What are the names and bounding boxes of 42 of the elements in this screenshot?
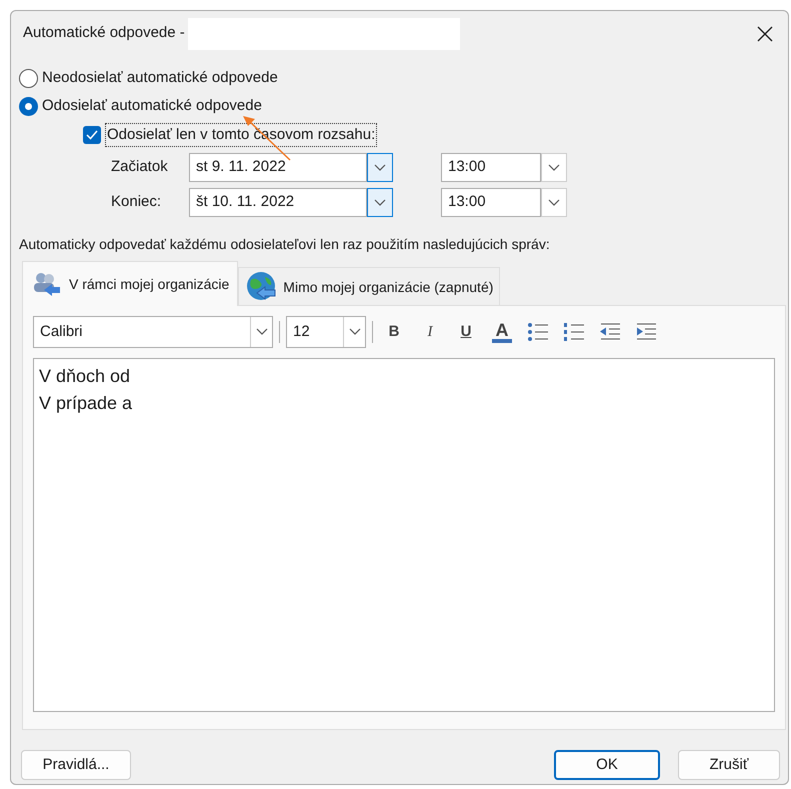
message-line: V dňoch od [39, 365, 130, 388]
tab[interactable]: V rámci mojej organizácie [22, 261, 238, 306]
font-color-button[interactable]: A [487, 321, 517, 343]
chevron-down-icon [548, 198, 560, 206]
instruction-text: Automaticky odpovedať každému odosielateľovi len raz použitím nasledujúcich správ: [18, 235, 551, 254]
checkmark-icon [86, 130, 98, 140]
field-label: Začiatok [111, 157, 169, 178]
message-line: V prípade a [39, 392, 132, 415]
window-title: Automatické odpovede - [23, 23, 185, 44]
time-field[interactable]: 13:00 [441, 188, 541, 217]
chevron-down-icon [348, 328, 360, 336]
chevron-down-icon [374, 198, 386, 206]
decrease-indent-icon [599, 322, 621, 342]
message-editor[interactable]: V dňoch od V prípade a [33, 358, 775, 712]
font-select[interactable]: Calibri [33, 316, 273, 348]
numbered-list-icon [563, 322, 585, 342]
underline-button[interactable]: U [451, 320, 481, 344]
radio-button[interactable] [19, 68, 38, 88]
chevron-down-icon [256, 328, 268, 336]
chevron-down-icon [548, 164, 560, 172]
close-icon [757, 26, 773, 42]
bold-button[interactable]: B [379, 320, 409, 344]
date-field[interactable]: st 9. 11. 2022 [189, 153, 367, 182]
people-icon [31, 270, 61, 298]
radio-option[interactable]: Neodosielať automatické odpovede [19, 67, 788, 89]
date-dropdown-button[interactable] [367, 188, 393, 217]
cancel-button[interactable]: Zrušiť [678, 750, 780, 780]
radio-button[interactable] [19, 96, 38, 116]
field-label: Koniec: [111, 192, 162, 212]
size-select[interactable]: 12 [286, 316, 366, 348]
tab[interactable]: Mimo mojej organizácie (zapnuté) [238, 267, 500, 306]
increase-indent-icon [635, 322, 657, 342]
time-field[interactable]: 13:00 [441, 153, 541, 182]
date-field[interactable]: št 10. 11. 2022 [189, 188, 367, 217]
radio-option[interactable]: Odosielať automatické odpovede [19, 95, 788, 117]
italic-button[interactable]: I [415, 320, 445, 344]
bullet-list-icon [527, 322, 549, 342]
date-dropdown-button[interactable] [367, 153, 393, 182]
checkbox[interactable] [83, 126, 101, 144]
ok-button[interactable]: OK [554, 750, 660, 780]
chevron-down-icon [374, 164, 386, 172]
rules-button[interactable]: Pravidlá... [21, 750, 131, 780]
